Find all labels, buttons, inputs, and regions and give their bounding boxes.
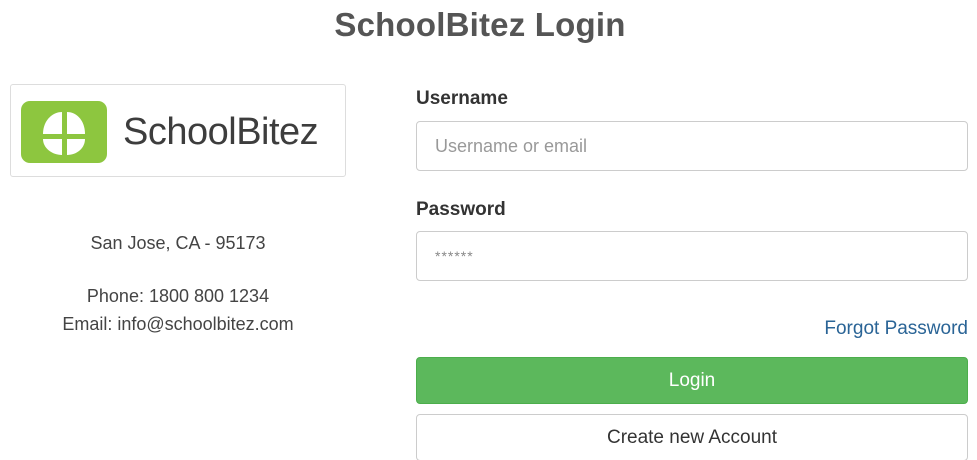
password-label: Password	[416, 199, 506, 220]
brand-logo: SchoolBitez	[10, 84, 346, 177]
create-account-button[interactable]: Create new Account	[416, 414, 968, 460]
forgot-password-link[interactable]: Forgot Password	[824, 318, 968, 340]
page-title: SchoolBitez Login	[334, 6, 626, 43]
contact-phone: Phone: 1800 800 1234	[86, 286, 270, 306]
logo-wordmark: SchoolBitez	[123, 111, 319, 153]
username-label: Username	[416, 88, 508, 109]
contact-email: Email: info@schoolbitez.com	[62, 314, 294, 334]
login-button[interactable]: Login	[416, 357, 968, 404]
login-page: SchoolBitez Login SchoolBitez San Jose, …	[0, 0, 977, 460]
password-input[interactable]	[416, 231, 968, 281]
username-input[interactable]	[416, 121, 968, 171]
contact-address: San Jose, CA - 95173	[90, 233, 266, 253]
schoolbitez-logo-icon	[21, 101, 107, 163]
